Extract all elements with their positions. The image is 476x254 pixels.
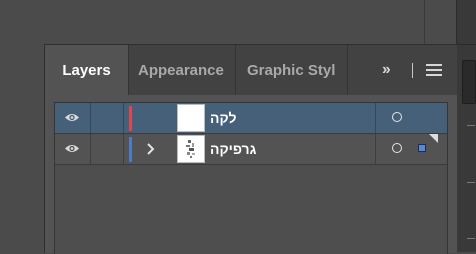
tab-layers[interactable]: Layers [45,45,128,95]
target-circle-icon[interactable] [392,143,402,153]
toolbar-tick [467,125,475,126]
layer-name[interactable]: גרפיקה [210,134,256,164]
target-circle-icon[interactable] [392,112,402,122]
layer-row[interactable]: גרפיקה [55,134,447,164]
layer-name[interactable]: לקה [210,103,236,133]
right-toolbar-strip [456,0,476,252]
corner-indicator [429,134,438,143]
selected-art-indicator[interactable] [418,144,426,152]
tab-divider [128,45,129,95]
toolbar-divider [457,44,476,45]
chevron-right-icon[interactable] [144,140,158,158]
cell-divider [90,103,91,133]
double-chevron-right-icon[interactable]: ›› [382,45,391,95]
layer-row[interactable]: לקה [55,103,447,133]
layers-panel: Layers Appearance Graphic Styl ›› לקה גר… [44,44,457,254]
layers-list: לקה גרפיקה [54,102,448,254]
tab-appearance[interactable]: Appearance [138,45,231,95]
layer-thumbnail [177,135,205,163]
tab-divider [347,45,348,95]
layer-thumbnail [177,104,205,132]
workspace-divider [424,0,425,44]
toolbar-tick [467,238,475,239]
cell-divider [375,134,376,164]
cell-divider [90,134,91,164]
cell-divider [123,103,124,133]
cell-divider [123,134,124,164]
layer-color-bar [129,137,132,162]
graphics-thumbnail-icon [186,140,195,158]
eye-icon[interactable] [64,143,80,154]
cell-divider [375,103,376,133]
row-divider [55,164,447,165]
toolbar-collapse-button[interactable] [462,60,476,104]
tab-graphic-styles[interactable]: Graphic Styl [247,45,345,95]
eye-icon[interactable] [64,112,80,123]
tab-divider [235,45,236,95]
toolbar-tick [467,182,475,183]
hamburger-menu-icon[interactable] [426,64,442,76]
layer-color-bar [129,106,132,131]
toolbar-separator [412,63,413,78]
panel-tab-bar: Layers Appearance Graphic Styl ›› [45,45,457,95]
